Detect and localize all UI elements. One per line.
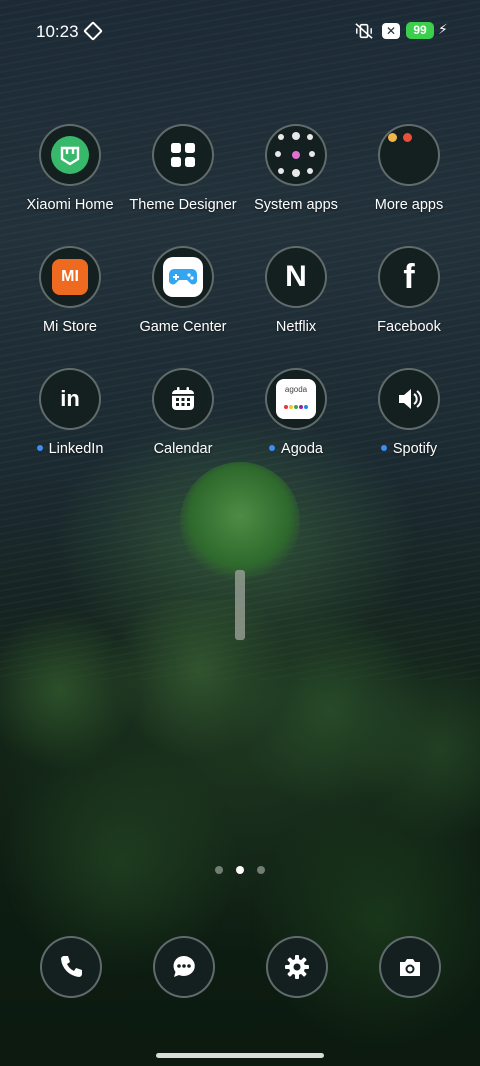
linkedin-icon: in: [39, 368, 101, 430]
app-mi-store[interactable]: MI Mi Store: [10, 246, 130, 335]
home-gesture-bar[interactable]: [156, 1053, 324, 1058]
dock-camera-button[interactable]: [379, 936, 441, 998]
settings-icon: [285, 955, 309, 979]
folder-label: More apps: [374, 197, 444, 213]
new-app-dot: [269, 444, 276, 451]
mini-app-icon: [307, 168, 313, 174]
page-dot[interactable]: [257, 866, 265, 874]
agoda-dots: [284, 394, 309, 413]
game-center-icon: [152, 246, 214, 308]
battery-icon: 99: [406, 22, 434, 39]
mini-app-icon: [309, 151, 315, 157]
xiaomi-home-icon: [39, 124, 101, 186]
app-spotify[interactable]: Spotify: [349, 368, 469, 457]
app-agoda[interactable]: agoda Agoda: [236, 368, 356, 457]
dock-settings-button[interactable]: [266, 936, 328, 998]
new-app-dot: [36, 444, 43, 451]
app-label-wrap: Spotify: [349, 441, 469, 457]
messages-icon: [173, 955, 195, 977]
charging-bolt-icon: ⚡: [438, 22, 448, 38]
netflix-icon: N: [265, 246, 327, 308]
app-game-center[interactable]: Game Center: [123, 246, 243, 335]
page-dot-current[interactable]: [236, 866, 244, 874]
app-label-wrap: Agoda: [236, 441, 356, 457]
page-indicator[interactable]: [212, 866, 272, 876]
app-label: Calendar: [153, 441, 213, 457]
folder-more-apps[interactable]: More apps: [349, 124, 469, 213]
system-apps-folder-icon: [265, 124, 327, 186]
x-notification-icon: ✕: [382, 23, 400, 39]
app-calendar[interactable]: Calendar: [123, 368, 243, 457]
calendar-icon: [152, 368, 214, 430]
mini-app-icon: [292, 169, 300, 177]
mini-app-icon: [307, 134, 313, 140]
phone-icon: [61, 956, 82, 977]
app-theme-designer[interactable]: Theme Designer: [123, 124, 243, 213]
app-xiaomi-home[interactable]: Xiaomi Home: [10, 124, 130, 213]
app-label: Mi Store: [43, 319, 97, 335]
dock-messages-button[interactable]: [153, 936, 215, 998]
app-label-wrap: LinkedIn: [10, 441, 130, 457]
app-label: Game Center: [139, 319, 227, 335]
folder-label: System apps: [254, 197, 338, 213]
app-label: Theme Designer: [129, 197, 237, 213]
camera-icon: [400, 959, 420, 976]
app-label: Netflix: [275, 319, 317, 335]
dock-phone-button[interactable]: [40, 936, 102, 998]
app-linkedin[interactable]: in LinkedIn: [10, 368, 130, 457]
gesture-diamond-icon: [83, 21, 103, 41]
app-label: Agoda: [281, 441, 323, 457]
more-apps-folder-icon: [378, 124, 440, 186]
app-label: Facebook: [377, 319, 441, 335]
mini-app-icon: [278, 134, 284, 140]
theme-designer-icon: [152, 124, 214, 186]
page-dot[interactable]: [215, 866, 223, 874]
app-label: Spotify: [392, 441, 438, 457]
mi-store-icon: MI: [39, 246, 101, 308]
mute-vibrate-icon: [355, 23, 373, 39]
mini-app-icon: [275, 151, 281, 157]
facebook-icon: f: [378, 246, 440, 308]
new-app-dot: [380, 444, 387, 451]
spotify-icon: [378, 368, 440, 430]
app-facebook[interactable]: f Facebook: [349, 246, 469, 335]
app-netflix[interactable]: N Netflix: [236, 246, 356, 335]
app-label: LinkedIn: [48, 441, 104, 457]
folder-system-apps[interactable]: System apps: [236, 124, 356, 213]
status-bar: 10:23 ✕ 99 ⚡: [0, 0, 480, 62]
tree-trunk: [235, 570, 245, 640]
agoda-icon: agoda: [265, 368, 327, 430]
mini-app-icon: [292, 132, 300, 140]
status-time: 10:23: [36, 22, 79, 41]
mini-app-icon: [388, 133, 397, 142]
mini-app-icon: [278, 168, 284, 174]
app-label: Xiaomi Home: [26, 197, 114, 213]
lone-tree: [180, 462, 300, 582]
mini-app-icon: [292, 151, 300, 159]
mini-app-icon: [403, 133, 412, 142]
